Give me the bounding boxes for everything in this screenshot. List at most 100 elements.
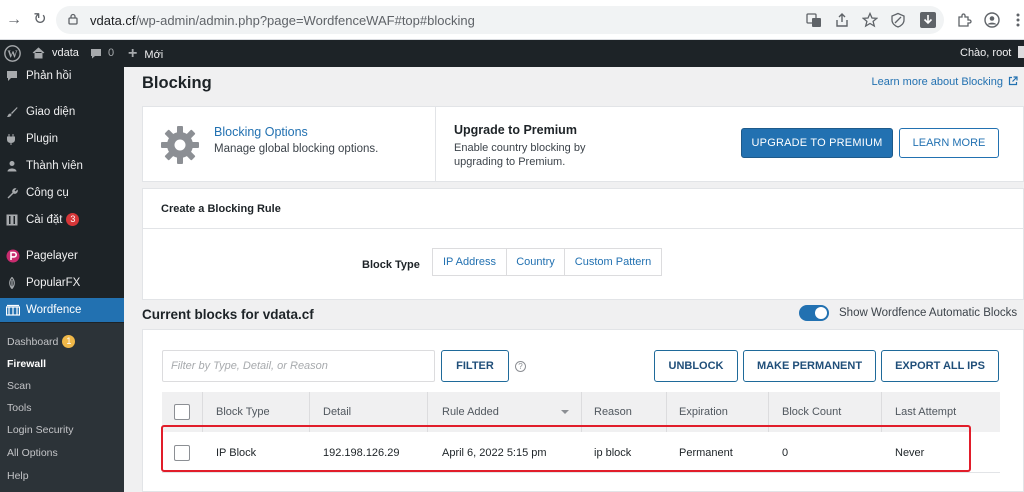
filter-input[interactable] [163,351,434,381]
sidebar-item-tools[interactable]: Công cụ [0,181,124,205]
home-icon [32,47,45,59]
comment-bubble-icon [91,49,101,59]
cell-reason: ip block [594,447,632,459]
gear-icon [161,126,199,164]
block-type-country[interactable]: Country [506,248,565,276]
divider [143,228,1023,229]
back-arrow-icon[interactable]: → [4,10,24,30]
svg-text:W: W [7,49,18,60]
admin-bar-account[interactable]: Chào, root [960,40,1024,67]
submenu-login-security[interactable]: Login Security [7,424,74,436]
avatar [1018,46,1024,58]
row-checkbox[interactable] [174,445,190,461]
cell-expiration: Permanent [679,447,733,459]
upgrade-description: Enable country blocking by upgrading to … [454,142,586,168]
admin-bar-site[interactable]: vdata [32,40,79,67]
table-header: Block Type Detail Rule Added Reason Expi… [162,392,1000,432]
filter-field[interactable] [162,350,435,382]
translate-icon[interactable] [806,12,822,28]
plugin-icon [7,134,15,145]
submenu-all-options[interactable]: All Options [7,447,58,459]
blocking-options-card: Blocking Options Manage global blocking … [142,106,1024,182]
column-header-block-count[interactable]: Block Count [782,392,841,432]
submenu-firewall[interactable]: Firewall [7,358,46,370]
browser-menu-icon[interactable] [1010,12,1024,28]
comment-icon [7,71,17,81]
upgrade-to-premium-button[interactable]: UPGRADE TO PREMIUM [741,128,893,158]
unblock-button[interactable]: UNBLOCK [654,350,738,382]
main-content: Blocking Learn more about Blocking Block… [124,67,1024,492]
sidebar-item-wordfence[interactable]: Wordfence [0,298,124,322]
cell-block-type: IP Block [216,447,257,459]
admin-sidebar: Phản hồi Giao diện Plugin Thành viên Côn… [0,67,124,492]
blocking-options-link[interactable]: Blocking Options [214,125,308,139]
sidebar-item-pagelayer[interactable]: Pagelayer [0,244,124,268]
learn-more-button[interactable]: LEARN MORE [899,128,999,158]
dashboard-notice-badge: 1 [62,335,76,348]
sidebar-item-comments[interactable]: Phản hồi [0,64,124,88]
column-divider [768,392,769,432]
star-icon[interactable] [862,12,878,28]
profile-icon[interactable] [984,12,1000,28]
share-icon[interactable] [834,12,850,28]
help-icon[interactable]: ? [515,361,526,372]
wp-admin-bar: W vdata 0 + Mới Chào, root [0,40,1024,67]
cell-rule-added: April 6, 2022 5:15 pm [442,447,547,459]
column-divider [581,392,582,432]
settings-icon [6,214,18,226]
extensions-icon[interactable] [956,12,972,28]
settings-update-badge: 3 [66,213,80,226]
current-blocks-title: Current blocks for vdata.cf [142,307,314,322]
wrench-icon [7,188,18,199]
make-permanent-button[interactable]: MAKE PERMANENT [743,350,876,382]
sidebar-item-plugins[interactable]: Plugin [0,127,124,151]
export-all-ips-button[interactable]: EXPORT ALL IPS [881,350,999,382]
column-divider [202,392,203,432]
column-header-block-type[interactable]: Block Type [216,392,270,432]
submenu-scan[interactable]: Scan [7,380,31,392]
pagelayer-icon [6,249,20,263]
block-type-ip-address[interactable]: IP Address [432,248,507,276]
cell-detail: 192.198.126.29 [323,447,400,459]
brush-icon [7,107,18,117]
toggle-knob [815,307,827,319]
popularfx-icon [9,277,15,289]
user-icon [7,161,17,172]
column-header-last-attempt[interactable]: Last Attempt [895,392,956,432]
download-icon[interactable] [920,12,936,28]
browser-toolbar: → ↻ vdata.cf/wp-admin/admin.php?page=Wor… [0,0,1024,40]
table-row[interactable]: IP Block 192.198.126.29 April 6, 2022 5:… [162,433,1000,473]
automatic-blocks-toggle[interactable] [799,305,829,321]
column-header-reason[interactable]: Reason [594,392,632,432]
submenu-dashboard[interactable]: Dashboard 1 [7,335,76,348]
sidebar-item-users[interactable]: Thành viên [0,154,124,178]
cell-last-attempt: Never [895,447,925,459]
block-type-label: Block Type [362,259,420,271]
shield-icon[interactable] [890,12,906,28]
lock-icon [68,13,78,25]
wordfence-icon [6,304,20,316]
block-type-custom-pattern[interactable]: Custom Pattern [564,248,662,276]
sidebar-item-appearance[interactable]: Giao diện [0,100,124,124]
column-divider [427,392,428,432]
admin-bar-new[interactable]: + Mới [128,40,163,67]
select-all-checkbox[interactable] [174,404,190,420]
column-divider [309,392,310,432]
sidebar-item-popularfx[interactable]: PopularFX [0,271,124,295]
column-header-detail[interactable]: Detail [323,392,351,432]
reload-icon[interactable]: ↻ [30,10,50,30]
sort-descending-icon[interactable] [561,410,569,414]
column-divider [881,392,882,432]
learn-more-blocking-link[interactable]: Learn more about Blocking [871,76,1018,88]
wordfence-submenu: Dashboard 1 Firewall Scan Tools Login Sec… [0,323,124,492]
wordpress-logo-icon[interactable]: W [4,45,21,62]
card-divider [435,107,436,181]
submenu-help[interactable]: Help [7,470,29,482]
column-header-expiration[interactable]: Expiration [679,392,728,432]
submenu-tools[interactable]: Tools [7,402,32,414]
filter-button[interactable]: FILTER [441,350,509,382]
admin-bar-comments[interactable]: 0 [90,40,114,67]
current-blocks-card: FILTER ? UNBLOCK MAKE PERMANENT EXPORT A… [142,329,1024,492]
column-header-rule-added[interactable]: Rule Added [442,392,499,432]
sidebar-item-settings[interactable]: Cài đặt 3 [0,208,124,232]
